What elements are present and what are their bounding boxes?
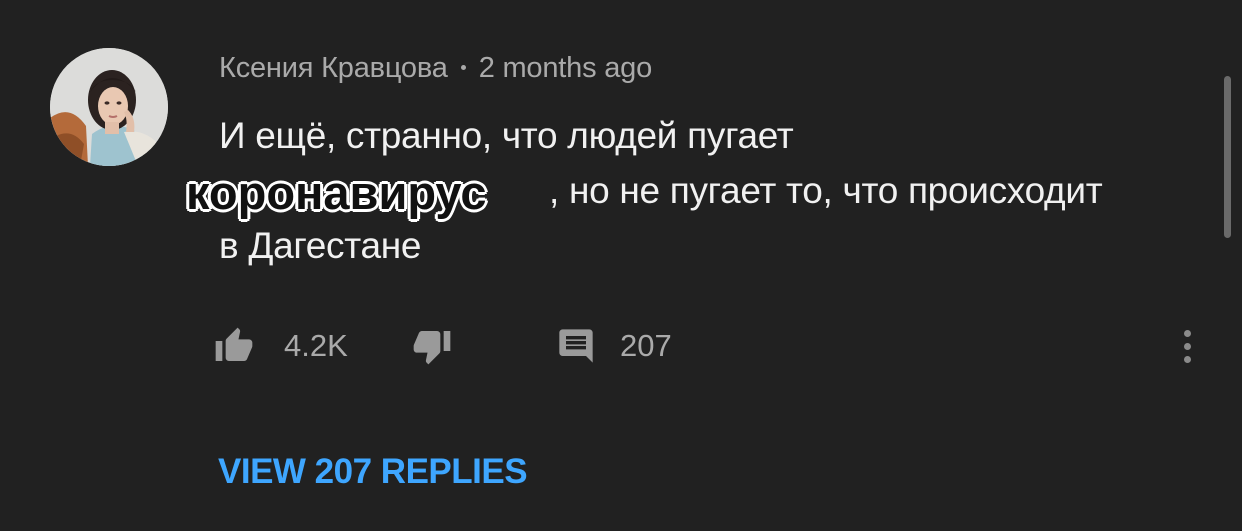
comment-meta: Ксения Кравцова 2 months ago [219, 52, 652, 85]
thumb-down-icon [413, 331, 451, 365]
more-vert-icon [1172, 330, 1202, 363]
more-options-button[interactable] [1172, 324, 1202, 370]
like-button[interactable] [214, 326, 254, 366]
scrollbar[interactable] [1224, 76, 1231, 238]
avatar-photo [50, 48, 168, 166]
like-count: 4.2K [284, 328, 348, 363]
view-replies-link[interactable]: VIEW 207 REPLIES [218, 452, 528, 492]
overlay-sticker-text: коронавирус [186, 166, 487, 219]
comment-icon [559, 329, 593, 363]
author-avatar[interactable] [50, 48, 168, 166]
separator-dot [460, 64, 466, 70]
comment-actions: 4.2K 207 [0, 320, 1242, 380]
reply-button[interactable] [556, 326, 596, 366]
reply-count: 207 [620, 328, 672, 363]
dislike-button[interactable] [412, 326, 452, 366]
comment-text-line-1: И ещё, странно, что людей пугает [219, 115, 794, 156]
comment-timestamp[interactable]: 2 months ago [479, 52, 653, 84]
comment-card: Ксения Кравцова 2 months ago И ещё, стран… [0, 0, 1242, 531]
author-name[interactable]: Ксения Кравцова [219, 52, 448, 84]
thumb-up-icon [215, 327, 253, 361]
comment-text-line-2-rest: , но не пугает то, что происходит [549, 170, 1103, 211]
comment-text-line-3: в Дагестане [219, 225, 422, 266]
